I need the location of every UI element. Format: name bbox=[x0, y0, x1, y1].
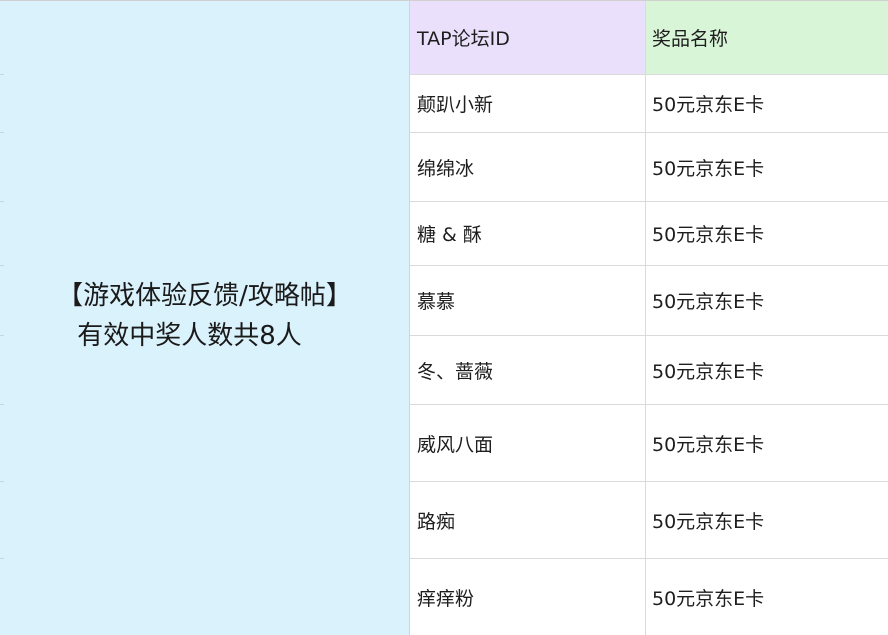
header-prize-name[interactable]: 奖品名称 bbox=[646, 1, 888, 74]
announcement-text: 【游戏体验反馈/攻略帖】 有效中奖人数共8人 bbox=[57, 276, 352, 356]
row-gridline-stubs bbox=[0, 1, 4, 635]
winner-id-cell[interactable]: 路痴 bbox=[410, 482, 646, 558]
gridline-stub bbox=[0, 201, 4, 202]
winner-id-cell[interactable]: 痒痒粉 bbox=[410, 559, 646, 635]
gridline-stub bbox=[0, 481, 4, 482]
table-row: 路痴 50元京东E卡 bbox=[410, 482, 888, 559]
table-row: 慕慕 50元京东E卡 bbox=[410, 266, 888, 336]
gridline-stub bbox=[0, 265, 4, 266]
table-row: 痒痒粉 50元京东E卡 bbox=[410, 559, 888, 635]
spreadsheet: 【游戏体验反馈/攻略帖】 有效中奖人数共8人 TAP论坛ID 奖品名称 颠趴小新… bbox=[0, 0, 888, 635]
prize-cell[interactable]: 50元京东E卡 bbox=[646, 405, 888, 481]
winner-id-cell[interactable]: 慕慕 bbox=[410, 266, 646, 335]
prize-cell[interactable]: 50元京东E卡 bbox=[646, 266, 888, 335]
gridline-stub bbox=[0, 404, 4, 405]
gridline-stub bbox=[0, 132, 4, 133]
prize-cell[interactable]: 50元京东E卡 bbox=[646, 75, 888, 132]
announcement-title: 【游戏体验反馈/攻略帖】 bbox=[57, 281, 352, 311]
table-row: 糖 & 酥 50元京东E卡 bbox=[410, 202, 888, 266]
prize-cell[interactable]: 50元京东E卡 bbox=[646, 202, 888, 265]
announcement-winner-count: 有效中奖人数共8人 bbox=[77, 321, 302, 351]
winner-id-cell[interactable]: 绵绵冰 bbox=[410, 133, 646, 201]
winner-id-cell[interactable]: 糖 & 酥 bbox=[410, 202, 646, 265]
winner-id-cell[interactable]: 颠趴小新 bbox=[410, 75, 646, 132]
winner-id-cell[interactable]: 威风八面 bbox=[410, 405, 646, 481]
gridline-stub bbox=[0, 74, 4, 75]
prize-cell[interactable]: 50元京东E卡 bbox=[646, 133, 888, 201]
table-row: 绵绵冰 50元京东E卡 bbox=[410, 133, 888, 202]
gridline-stub bbox=[0, 335, 4, 336]
merged-announcement-cell[interactable]: 【游戏体验反馈/攻略帖】 有效中奖人数共8人 bbox=[0, 1, 410, 635]
table-row: 威风八面 50元京东E卡 bbox=[410, 405, 888, 482]
gridline-stub bbox=[0, 558, 4, 559]
header-forum-id[interactable]: TAP论坛ID bbox=[410, 1, 646, 74]
prize-cell[interactable]: 50元京东E卡 bbox=[646, 482, 888, 558]
table-header-row: TAP论坛ID 奖品名称 bbox=[410, 1, 888, 75]
table-row: 颠趴小新 50元京东E卡 bbox=[410, 75, 888, 133]
prize-cell[interactable]: 50元京东E卡 bbox=[646, 559, 888, 635]
table-row: 冬、蔷薇 50元京东E卡 bbox=[410, 336, 888, 405]
winners-table: TAP论坛ID 奖品名称 颠趴小新 50元京东E卡 绵绵冰 50元京东E卡 糖 … bbox=[410, 1, 888, 635]
winner-id-cell[interactable]: 冬、蔷薇 bbox=[410, 336, 646, 404]
prize-cell[interactable]: 50元京东E卡 bbox=[646, 336, 888, 404]
